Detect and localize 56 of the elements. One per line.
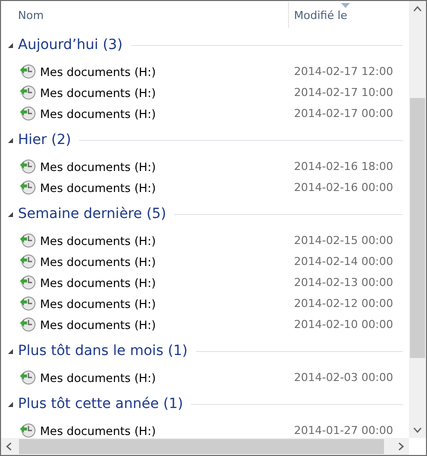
expand-arrow-icon[interactable]: [6, 40, 15, 50]
column-header[interactable]: Modifié le: [289, 8, 348, 22]
history-clock-icon: [19, 295, 36, 312]
file-name: Mes documents (H:): [40, 424, 157, 438]
group-header[interactable]: Hier (2): [18, 132, 72, 148]
scroll-down-icon[interactable]: [413, 427, 422, 433]
modified-date: 2014-02-10 00:00: [294, 318, 394, 331]
file-name: Mes documents (H:): [40, 64, 157, 78]
modified-date: 2014-02-14 00:00: [294, 255, 394, 268]
history-clock-icon: [19, 63, 36, 80]
history-clock-icon: [19, 274, 36, 291]
modified-date: 2014-02-03 00:00: [294, 371, 394, 384]
file-name: Mes documents (H:): [40, 160, 157, 174]
history-clock-icon: [19, 316, 36, 333]
history-clock-icon: [19, 232, 36, 249]
file-name: Mes documents (H:): [40, 276, 157, 290]
vertical-scrollbar[interactable]: [409, 1, 426, 438]
column-header[interactable]: Nom: [1, 8, 288, 22]
scroll-left-icon[interactable]: [6, 442, 12, 451]
history-clock-icon: [19, 84, 36, 101]
modified-date: 2014-02-17 10:00: [294, 86, 394, 99]
expand-arrow-icon[interactable]: [6, 136, 15, 144]
file-name: Mes documents (H:): [40, 234, 157, 248]
file-name: Mes documents (H:): [40, 180, 157, 194]
file-name: Mes documents (H:): [40, 318, 157, 332]
scroll-up-icon[interactable]: [413, 6, 422, 12]
scroll-right-icon[interactable]: [398, 442, 404, 451]
modified-date: 2014-02-17 00:00: [294, 107, 394, 120]
modified-date: 2014-02-16 18:00: [294, 160, 394, 173]
group-header[interactable]: Aujourd’hui (3): [18, 37, 123, 53]
group-header[interactable]: Plus tôt dans le mois (1): [18, 343, 188, 359]
file-name: Mes documents (H:): [40, 296, 157, 310]
history-clock-icon: [19, 253, 36, 270]
modified-date: 2014-01-27 00:00: [294, 424, 394, 437]
file-name: Mes documents (H:): [40, 370, 157, 384]
modified-date: 2014-02-13 00:00: [294, 276, 394, 289]
history-clock-icon: [19, 422, 36, 438]
group-header[interactable]: Semaine dernière (5): [18, 206, 166, 222]
history-clock-icon: [19, 105, 36, 122]
history-clock-icon: [19, 158, 36, 175]
expand-arrow-icon[interactable]: [6, 346, 15, 356]
horizontal-scrollbar[interactable]: [1, 438, 409, 455]
scroll-thumb[interactable]: [19, 439, 384, 454]
modified-date: 2014-02-12 00:00: [294, 297, 394, 310]
expand-arrow-icon[interactable]: [6, 400, 15, 408]
expand-arrow-icon[interactable]: [6, 210, 15, 218]
modified-date: 2014-02-17 12:00: [294, 65, 394, 78]
file-name: Mes documents (H:): [40, 254, 157, 268]
group-header[interactable]: Plus tôt cette année (1): [18, 396, 184, 412]
file-name: Mes documents (H:): [40, 86, 157, 100]
history-clock-icon: [19, 369, 36, 386]
scroll-thumb[interactable]: [410, 98, 425, 358]
modified-date: 2014-02-15 00:00: [294, 234, 394, 247]
modified-date: 2014-02-16 00:00: [294, 181, 394, 194]
history-clock-icon: [19, 179, 36, 196]
file-name: Mes documents (H:): [40, 106, 157, 120]
